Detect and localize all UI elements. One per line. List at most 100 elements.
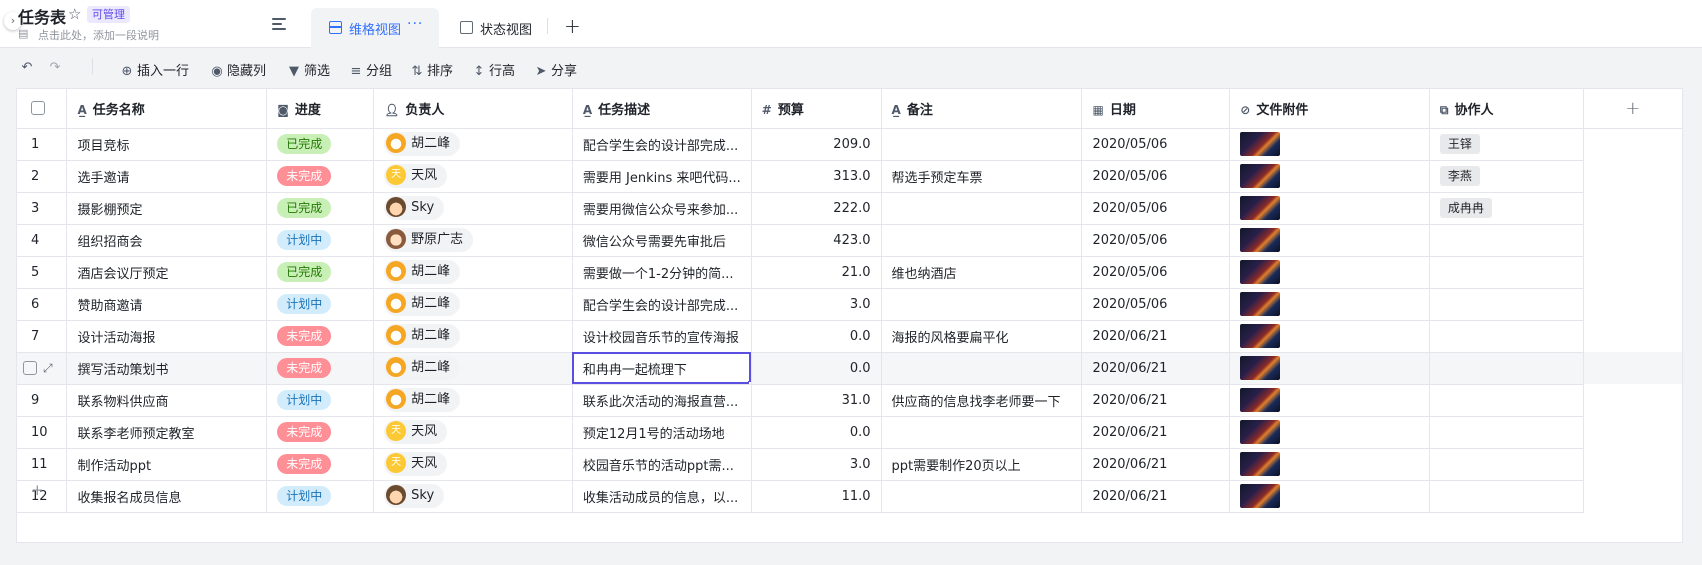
star-icon[interactable]: ☆ bbox=[68, 5, 81, 23]
row-index-cell[interactable]: 5 bbox=[17, 256, 68, 289]
fill-handle[interactable] bbox=[747, 380, 751, 383]
cell-task-name[interactable]: 摄影棚预定 bbox=[66, 192, 268, 225]
attachment-thumbnail[interactable] bbox=[1240, 164, 1281, 188]
cell-note[interactable]: 维也纳酒店 bbox=[881, 256, 1083, 289]
cell-owner[interactable]: 天天风 bbox=[373, 448, 573, 481]
cell-date[interactable]: 2020/05/06 bbox=[1081, 256, 1231, 289]
insert-row-button[interactable]: ⊕ 插入一行 bbox=[120, 60, 189, 79]
column-header-collaborator[interactable]: ⧉ 协作人 bbox=[1429, 89, 1584, 129]
cell-date[interactable]: 2020/06/21 bbox=[1081, 416, 1231, 449]
column-header-status[interactable]: ◙ 进度 bbox=[266, 89, 375, 129]
cell-attachment[interactable] bbox=[1229, 352, 1430, 385]
cell-status[interactable]: 已完成 bbox=[266, 256, 375, 289]
cell-owner[interactable]: Sky bbox=[373, 480, 573, 513]
tab-grid-view[interactable]: 维格视图 ··· bbox=[311, 8, 439, 48]
cell-date[interactable]: 2020/05/06 bbox=[1081, 160, 1231, 193]
table-row[interactable]: 10 联系李老师预定教室 未完成 天天风 预定12月1号的活动场地 0.0 2020/06/… bbox=[17, 416, 1682, 449]
attachment-thumbnail[interactable] bbox=[1240, 228, 1281, 252]
attachment-thumbnail[interactable] bbox=[1240, 292, 1281, 316]
cell-description[interactable]: 配合学生会的设计部完成... bbox=[572, 288, 752, 321]
cell-task-name[interactable]: 选手邀请 bbox=[66, 160, 268, 193]
cell-collaborator[interactable] bbox=[1429, 448, 1584, 481]
table-row[interactable]: 4 组织招商会 计划中 野原广志 微信公众号需要先审批后 423.0 2020/05/06 bbox=[17, 224, 1682, 257]
cell-task-name[interactable]: 制作活动ppt bbox=[66, 448, 268, 481]
cell-description[interactable]: 联系此次活动的海报直营... bbox=[572, 384, 752, 417]
add-view-button[interactable]: + bbox=[564, 14, 581, 38]
cell-description[interactable]: 和冉冉一起梳理下 bbox=[572, 352, 752, 385]
cell-budget[interactable]: 0.0 bbox=[751, 352, 882, 385]
cell-collaborator[interactable] bbox=[1429, 288, 1584, 321]
attachment-thumbnail[interactable] bbox=[1240, 484, 1281, 508]
table-row[interactable]: 12 收集报名成员信息 计划中 Sky 收集活动成员的信息，以... 11.0 2020/0… bbox=[17, 480, 1682, 513]
cell-task-name[interactable]: 联系物料供应商 bbox=[66, 384, 268, 417]
column-header-note[interactable]: A̲ 备注 bbox=[881, 89, 1083, 129]
cell-status[interactable]: 未完成 bbox=[266, 352, 375, 385]
cell-attachment[interactable] bbox=[1229, 288, 1430, 321]
row-index-cell[interactable]: ⠿⤢ bbox=[17, 352, 68, 385]
cell-note[interactable] bbox=[881, 416, 1083, 449]
attachment-thumbnail[interactable] bbox=[1240, 196, 1281, 220]
cell-note[interactable] bbox=[881, 352, 1083, 385]
cell-description[interactable]: 预定12月1号的活动场地 bbox=[572, 416, 752, 449]
row-index-cell[interactable]: 10 bbox=[17, 416, 68, 449]
cell-attachment[interactable] bbox=[1229, 192, 1430, 225]
group-button[interactable]: ≡ 分组 bbox=[349, 60, 392, 79]
cell-attachment[interactable] bbox=[1229, 256, 1430, 289]
cell-owner[interactable]: Sky bbox=[373, 192, 573, 225]
column-header-budget[interactable]: # 预算 bbox=[751, 89, 882, 129]
table-row[interactable]: 2 选手邀请 未完成 天天风 需要用 Jenkins 来吧代码... 313.0 帮选手预定… bbox=[17, 160, 1682, 193]
table-row[interactable]: 7 设计活动海报 未完成 胡二峰 设计校园音乐节的宣传海报 0.0 海报的风格要扁平化 202… bbox=[17, 320, 1682, 353]
cell-status[interactable]: 计划中 bbox=[266, 288, 375, 321]
row-index-cell[interactable]: 9 bbox=[17, 384, 68, 417]
undo-icon[interactable]: ↶ bbox=[20, 60, 37, 75]
cell-owner[interactable]: 天天风 bbox=[373, 160, 573, 193]
row-index-cell[interactable]: 2 bbox=[17, 160, 68, 193]
cell-collaborator[interactable]: 王铎 bbox=[1429, 128, 1584, 161]
cell-task-name[interactable]: 撰写活动策划书 bbox=[66, 352, 268, 385]
cell-note[interactable]: 帮选手预定车票 bbox=[881, 160, 1083, 193]
cell-collaborator[interactable] bbox=[1429, 384, 1584, 417]
add-column-button[interactable]: + bbox=[1583, 89, 1682, 129]
table-row[interactable]: 1 项目竞标 已完成 胡二峰 配合学生会的设计部完成... 209.0 2020/05/06… bbox=[17, 128, 1682, 161]
table-row[interactable]: 9 联系物料供应商 计划中 胡二峰 联系此次活动的海报直营... 31.0 供应商的信息找李… bbox=[17, 384, 1682, 417]
cell-owner[interactable]: 胡二峰 bbox=[373, 288, 573, 321]
cell-collaborator[interactable]: 李燕 bbox=[1429, 160, 1584, 193]
table-row[interactable]: 11 制作活动ppt 未完成 天天风 校园音乐节的活动ppt需... 3.0 ppt需要制作… bbox=[17, 448, 1682, 481]
cell-status[interactable]: 已完成 bbox=[266, 192, 375, 225]
cell-status[interactable]: 已完成 bbox=[266, 128, 375, 161]
cell-status[interactable]: 计划中 bbox=[266, 224, 375, 257]
attachment-thumbnail[interactable] bbox=[1240, 452, 1281, 476]
cell-attachment[interactable] bbox=[1229, 128, 1430, 161]
select-all-checkbox[interactable] bbox=[17, 89, 68, 129]
cell-collaborator[interactable] bbox=[1429, 224, 1584, 257]
cell-attachment[interactable] bbox=[1229, 224, 1430, 257]
cell-note[interactable] bbox=[881, 480, 1083, 513]
cell-note[interactable]: 海报的风格要扁平化 bbox=[881, 320, 1083, 353]
cell-attachment[interactable] bbox=[1229, 160, 1430, 193]
cell-date[interactable]: 2020/06/21 bbox=[1081, 320, 1231, 353]
cell-budget[interactable]: 222.0 bbox=[751, 192, 882, 225]
cell-budget[interactable]: 31.0 bbox=[751, 384, 882, 417]
cell-status[interactable]: 未完成 bbox=[266, 160, 375, 193]
cell-budget[interactable]: 0.0 bbox=[751, 320, 882, 353]
attachment-thumbnail[interactable] bbox=[1240, 356, 1281, 380]
row-index-cell[interactable]: 3 bbox=[17, 192, 68, 225]
row-index-cell[interactable]: 7 bbox=[17, 320, 68, 353]
cell-budget[interactable]: 11.0 bbox=[751, 480, 882, 513]
row-index-cell[interactable]: 6 bbox=[17, 288, 68, 321]
cell-task-name[interactable]: 设计活动海报 bbox=[66, 320, 268, 353]
column-header-name[interactable]: A̲ 任务名称 bbox=[66, 89, 268, 129]
hide-columns-button[interactable]: ◉ 隐藏列 bbox=[210, 60, 266, 79]
cell-note[interactable] bbox=[881, 192, 1083, 225]
cell-budget[interactable]: 21.0 bbox=[751, 256, 882, 289]
cell-task-name[interactable]: 赞助商邀请 bbox=[66, 288, 268, 321]
attachment-thumbnail[interactable] bbox=[1240, 324, 1281, 348]
table-row[interactable]: 6 赞助商邀请 计划中 胡二峰 配合学生会的设计部完成... 3.0 2020/05/06 bbox=[17, 288, 1682, 321]
cell-status[interactable]: 计划中 bbox=[266, 384, 375, 417]
row-index-cell[interactable]: 11 bbox=[17, 448, 68, 481]
cell-task-name[interactable]: 项目竞标 bbox=[66, 128, 268, 161]
column-header-date[interactable]: ▦ 日期 bbox=[1081, 89, 1231, 129]
cell-note[interactable] bbox=[881, 128, 1083, 161]
cell-budget[interactable]: 0.0 bbox=[751, 416, 882, 449]
cell-date[interactable]: 2020/06/21 bbox=[1081, 448, 1231, 481]
